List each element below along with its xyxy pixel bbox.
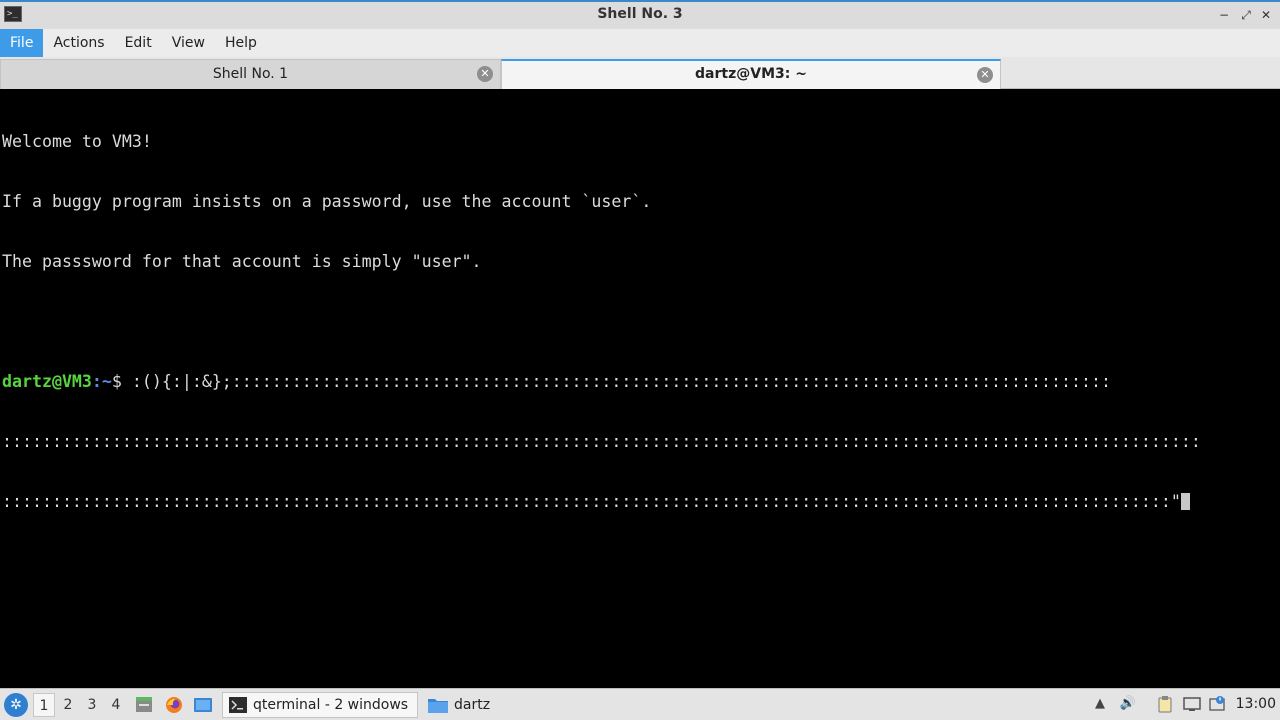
network-icon[interactable] [1183,695,1201,713]
tab-label: dartz@VM3: ~ [695,66,807,82]
window-titlebar: >_ Shell No. 3 − ⤢ ✕ [0,0,1280,29]
firefox-icon[interactable] [164,695,184,715]
task-label: dartz [454,697,491,713]
tray-expand-icon[interactable]: ▲ [1091,695,1109,713]
minimize-button[interactable]: − [1216,6,1232,24]
task-dartz[interactable]: dartz [422,692,502,718]
command-continuation: ::::::::::::::::::::::::::::::::::::::::… [2,492,1278,512]
clipboard-icon[interactable] [1156,695,1174,713]
start-menu-icon[interactable]: ✲ [4,693,28,717]
tab-bar: Shell No. 1 ✕ dartz@VM3: ~ ✕ [0,57,1280,89]
terminal-line: If a buggy program insists on a password… [2,192,652,211]
prompt-symbol: $ [111,372,132,391]
tab-label: Shell No. 1 [212,66,289,82]
desktop-2-button[interactable]: 2 [57,693,79,717]
notification-icon[interactable] [1208,695,1226,713]
volume-icon[interactable]: 🔊 [1119,695,1137,713]
terminal-line: Welcome to VM3! [2,132,152,151]
show-desktop-icon[interactable] [193,695,213,715]
terminal-output[interactable]: Welcome to VM3! If a buggy program insis… [0,90,1280,686]
task-label: qterminal - 2 windows [253,697,409,713]
menu-edit[interactable]: Edit [115,29,162,57]
menu-view[interactable]: View [162,29,215,57]
folder-icon [428,699,448,713]
terminal-icon [229,697,247,713]
menu-actions[interactable]: Actions [43,29,114,57]
command-text: :(){:|:&};::::::::::::::::::::::::::::::… [131,372,1111,391]
terminal-line: The passsword for that account is simply… [2,252,482,271]
close-button[interactable]: ✕ [1258,6,1274,24]
clock[interactable]: 13:00 [1236,696,1276,712]
prompt-path: :~ [91,372,112,391]
menu-help[interactable]: Help [215,29,267,57]
window-title: Shell No. 3 [597,6,683,22]
command-continuation: ::::::::::::::::::::::::::::::::::::::::… [2,432,1201,451]
menu-bar: File Actions Edit View Help [0,29,1280,57]
tab-close-icon[interactable]: ✕ [977,67,993,83]
prompt-user-host: dartz@VM3 [2,372,92,391]
command-text: ::::::::::::::::::::::::::::::::::::::::… [2,492,1181,511]
desktop-1-button[interactable]: 1 [33,693,55,717]
menu-file[interactable]: File [0,29,44,57]
tab-shell-1[interactable]: Shell No. 1 ✕ [0,59,501,89]
tab-close-icon[interactable]: ✕ [477,66,493,82]
prompt-line: dartz@VM3:~$ :(){:|:&};:::::::::::::::::… [2,372,1278,392]
maximize-button[interactable]: ⤢ [1238,6,1254,24]
task-qterminal[interactable]: qterminal - 2 windows [222,692,418,718]
desktop-3-button[interactable]: 3 [81,693,103,717]
taskbar: ✲ 1 2 3 4 qterminal - 2 windows dartz ▲ … [0,688,1280,720]
desktop-4-button[interactable]: 4 [105,693,127,717]
file-manager-icon[interactable] [134,695,154,715]
text-cursor [1180,493,1190,510]
tab-dartz-vm3[interactable]: dartz@VM3: ~ ✕ [501,59,1001,89]
